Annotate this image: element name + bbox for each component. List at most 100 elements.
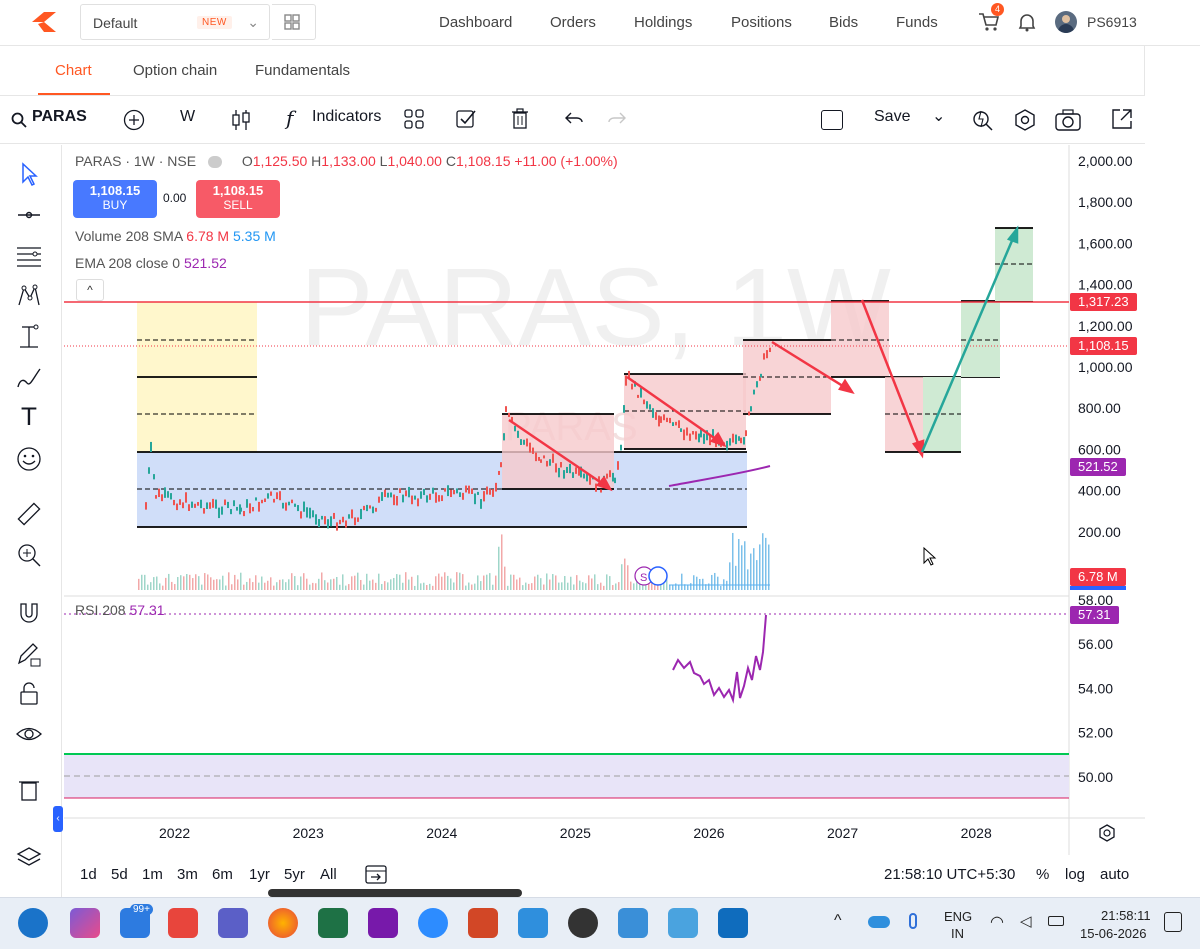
range-5yr[interactable]: 5yr <box>284 866 305 883</box>
trend-lines-icon[interactable] <box>16 242 42 268</box>
interval-button[interactable]: W <box>180 108 195 126</box>
excel-icon[interactable] <box>318 908 348 938</box>
notepad-icon[interactable] <box>618 908 648 938</box>
nav-orders[interactable]: Orders <box>550 14 596 31</box>
clock[interactable]: 21:58:10 UTC+5:30 <box>884 866 1015 883</box>
avatar[interactable] <box>1055 11 1077 33</box>
scrollbar[interactable] <box>268 889 522 897</box>
dividend-marker[interactable] <box>648 566 668 586</box>
time-axis[interactable]: 2022 2023 2024 2025 2026 2027 2028 <box>159 825 992 841</box>
language-bottom[interactable]: IN <box>951 926 964 941</box>
notifications-icon[interactable] <box>1164 912 1182 932</box>
edge-icon[interactable] <box>18 908 48 938</box>
collapse-legend-button[interactable]: ^ <box>76 279 104 301</box>
text-icon[interactable]: T <box>16 403 42 431</box>
photos-icon[interactable] <box>518 908 548 938</box>
up-arrow[interactable] <box>920 235 1016 453</box>
range-all[interactable]: All <box>320 866 337 883</box>
camera-icon[interactable] <box>1055 109 1081 131</box>
arrow-cursor-icon[interactable] <box>16 161 42 187</box>
nav-bids[interactable]: Bids <box>829 14 858 31</box>
pattern-icon[interactable] <box>16 283 42 309</box>
layers-icon[interactable] <box>16 845 42 871</box>
powerpoint-icon[interactable] <box>468 908 498 938</box>
projection-box-1[interactable] <box>831 301 889 377</box>
lock-draw-icon[interactable] <box>16 641 42 667</box>
save-button[interactable]: Save <box>874 108 910 126</box>
quick-search-icon[interactable] <box>970 108 994 132</box>
grid-view-button[interactable] <box>272 4 316 40</box>
price-chart[interactable]: PARAS, 1W PARAS <box>64 145 1145 855</box>
ema-legend[interactable]: EMA 208 close 0 521.52 <box>75 255 227 271</box>
trash-icon[interactable] <box>511 108 529 130</box>
auto-toggle[interactable]: auto <box>1100 866 1129 883</box>
range-5d[interactable]: 5d <box>111 866 128 883</box>
fullscreen-icon[interactable] <box>1111 108 1133 130</box>
log-toggle[interactable]: log <box>1065 866 1085 883</box>
range-1d[interactable]: 1d <box>80 866 97 883</box>
s-app-icon[interactable] <box>168 908 198 938</box>
whiteboard-icon[interactable] <box>668 908 698 938</box>
volume-legend[interactable]: Volume 208 SMA 6.78 M 5.35 M <box>75 228 276 244</box>
eye-icon[interactable] <box>16 721 42 747</box>
nav-dashboard[interactable]: Dashboard <box>439 14 512 31</box>
teams-icon[interactable] <box>218 908 248 938</box>
sell-button[interactable]: 1,108.15 SELL <box>196 180 280 218</box>
tab-fundamentals[interactable]: Fundamentals <box>255 62 350 79</box>
undo-icon[interactable] <box>565 112 583 126</box>
language-top[interactable]: ENG <box>944 909 972 924</box>
range-1yr[interactable]: 1yr <box>249 866 270 883</box>
templates-icon[interactable] <box>404 109 424 129</box>
rsi-legend[interactable]: RSI 208 57.31 <box>75 602 165 618</box>
microphone-icon[interactable] <box>909 913 917 929</box>
percent-toggle[interactable]: % <box>1036 866 1049 883</box>
trash-icon[interactable] <box>16 777 42 803</box>
measure-icon[interactable] <box>16 324 42 350</box>
symbol-search[interactable]: PARAS <box>32 108 87 126</box>
zoom-in-icon[interactable] <box>16 542 42 568</box>
chevron-down-icon[interactable]: ⌄ <box>932 106 945 126</box>
nav-positions[interactable]: Positions <box>731 14 792 31</box>
range-6m[interactable]: 6m <box>212 866 233 883</box>
range-3m[interactable]: 3m <box>177 866 198 883</box>
onedrive-icon[interactable] <box>868 916 890 928</box>
lock-icon[interactable] <box>16 681 42 707</box>
bell-icon[interactable] <box>1018 12 1036 32</box>
buy-button[interactable]: 1,108.15 BUY <box>73 180 157 218</box>
zoom-icon[interactable] <box>418 908 448 938</box>
redo-icon[interactable] <box>608 112 626 126</box>
search-icon[interactable] <box>11 112 27 128</box>
tray-chevron-icon[interactable]: ^ <box>834 912 842 930</box>
media-player-icon[interactable] <box>568 908 598 938</box>
candles-icon[interactable] <box>230 108 252 132</box>
tab-option-chain[interactable]: Option chain <box>133 62 217 79</box>
chart-settings-icon[interactable] <box>1099 824 1115 842</box>
nav-holdings[interactable]: Holdings <box>634 14 692 31</box>
magnet-icon[interactable] <box>16 600 42 626</box>
volume-icon[interactable]: ◁ <box>1020 912 1032 930</box>
clock-time[interactable]: 21:58:11 <box>1101 908 1151 923</box>
crosshair-icon[interactable] <box>16 202 42 228</box>
m365-icon[interactable] <box>70 908 100 938</box>
brush-icon[interactable] <box>16 365 42 391</box>
firefox-icon[interactable] <box>268 908 298 938</box>
kite-logo-icon[interactable] <box>30 10 58 34</box>
settings-hexagon-icon[interactable] <box>1013 108 1037 132</box>
tab-chart[interactable]: Chart <box>55 62 92 79</box>
nav-funds[interactable]: Funds <box>896 14 938 31</box>
fx-icon[interactable]: f <box>286 106 293 130</box>
layout-icon[interactable] <box>821 110 843 130</box>
wifi-icon[interactable]: ◠ <box>990 912 1004 932</box>
goto-date-icon[interactable] <box>364 863 388 885</box>
range-1m[interactable]: 1m <box>142 866 163 883</box>
emoji-icon[interactable] <box>16 446 42 472</box>
collapse-toolbar-icon[interactable]: ‹ <box>53 806 63 832</box>
add-symbol-icon[interactable] <box>123 109 145 131</box>
onenote-icon[interactable] <box>368 908 398 938</box>
user-id[interactable]: PS6913 <box>1087 14 1137 30</box>
indicators-button[interactable]: Indicators <box>312 108 381 126</box>
status-dot-icon[interactable] <box>207 156 222 169</box>
watchlist-select[interactable]: Default NEW ⌄ <box>80 4 270 40</box>
clock-date[interactable]: 15-06-2026 <box>1080 926 1147 941</box>
outlook-icon[interactable] <box>718 908 748 938</box>
